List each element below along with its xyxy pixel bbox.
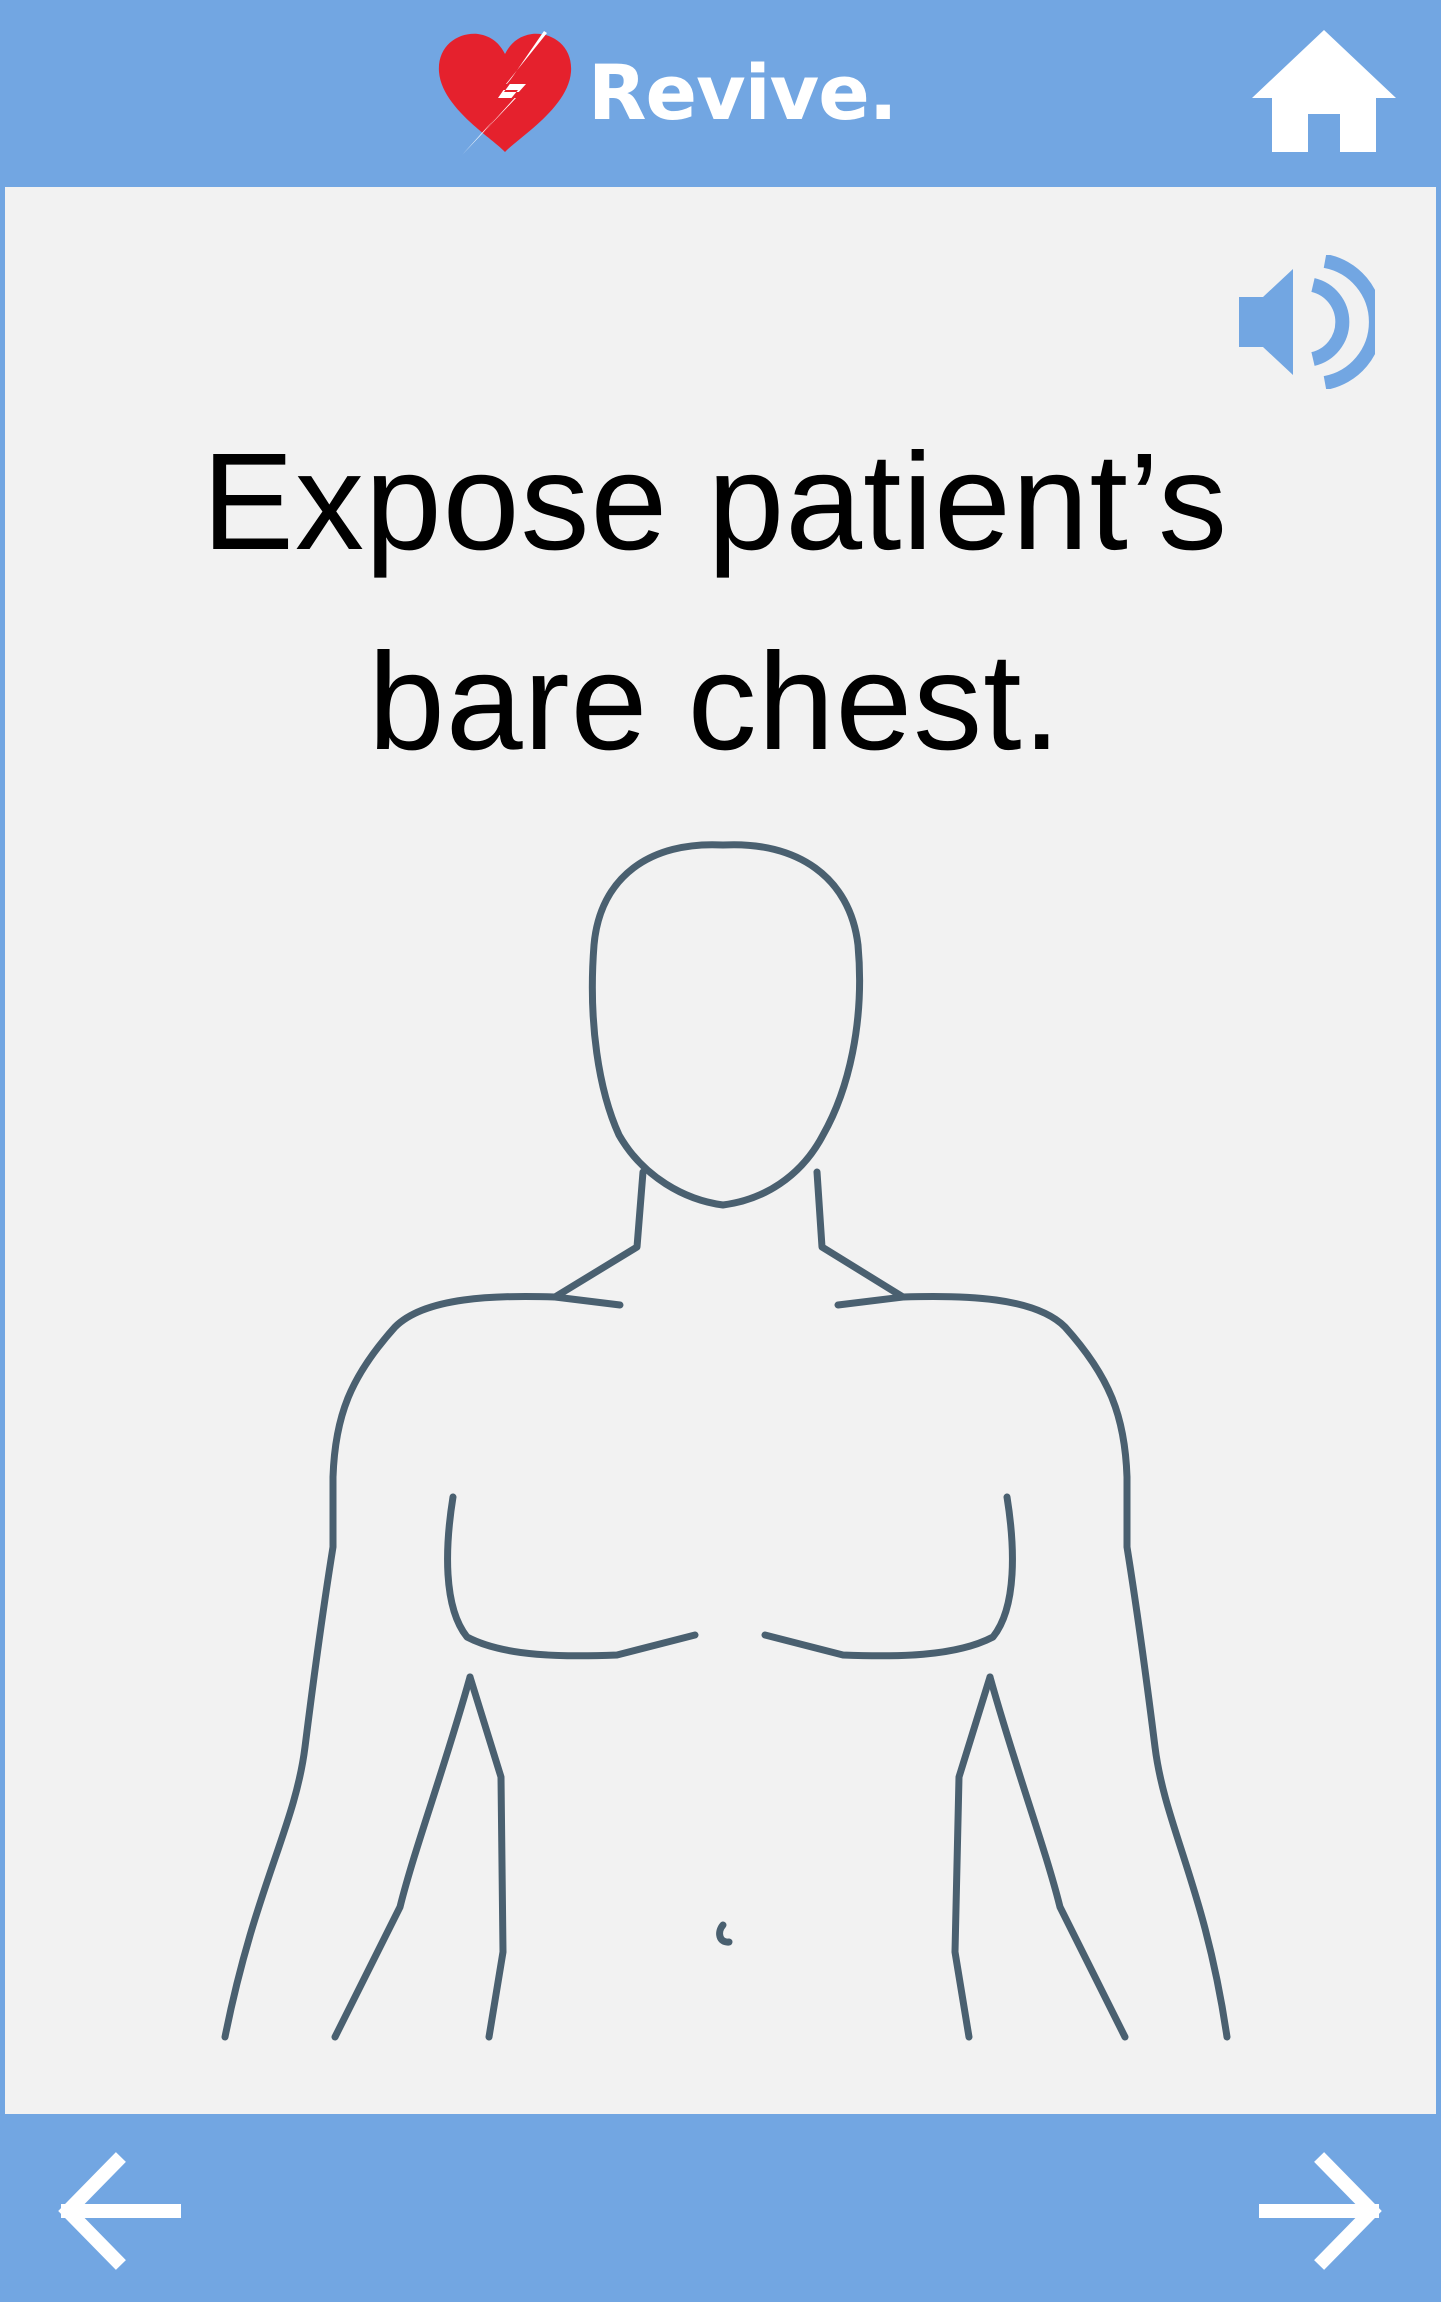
home-button[interactable] [1250, 28, 1398, 156]
app-brand: Revive. [434, 28, 898, 158]
instruction-text: Expose patient’s bare chest. [201, 425, 1229, 779]
bottom-nav-bar [0, 2116, 1441, 2302]
arrow-right-icon [1259, 2152, 1382, 2270]
audio-button[interactable] [1235, 255, 1375, 389]
heart-lightning-icon [438, 31, 572, 155]
speaker-icon [1239, 255, 1375, 389]
app-title: Revive. [588, 48, 898, 137]
instruction-card: Expose patient’s bare chest. [5, 187, 1436, 2114]
top-bar: Revive. [0, 0, 1441, 185]
back-button[interactable] [56, 2152, 186, 2270]
next-button[interactable] [1254, 2152, 1384, 2270]
arrow-left-icon [58, 2152, 181, 2270]
home-icon [1252, 30, 1396, 152]
